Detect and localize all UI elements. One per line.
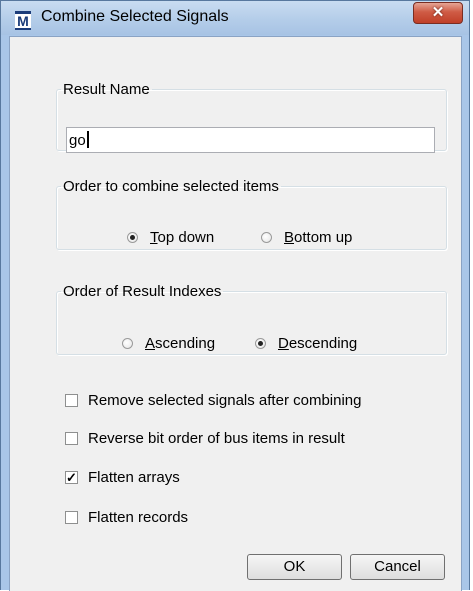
radio-ascending-label: Ascending [145, 335, 216, 352]
checkbox-remove-signals[interactable]: Remove selected signals after combining [65, 392, 361, 409]
checkbox-flatten-records-box[interactable] [65, 511, 78, 524]
checkbox-reverse-bit-order[interactable]: Reverse bit order of bus items in result [65, 430, 345, 447]
ok-button[interactable]: OK [247, 554, 342, 580]
result-name-value: go [69, 132, 86, 149]
checkbox-flatten-arrays[interactable]: ✓ Flatten arrays [65, 469, 180, 486]
text-caret [86, 131, 89, 148]
checkbox-reverse-bit-order-label: Reverse bit order of bus items in result [88, 430, 345, 447]
checkbox-reverse-bit-order-box[interactable] [65, 432, 78, 445]
checkbox-flatten-records[interactable]: Flatten records [65, 509, 188, 526]
checkbox-flatten-arrays-label: Flatten arrays [88, 469, 180, 486]
radio-top-down-indicator[interactable] [127, 232, 138, 243]
checkbox-remove-signals-label: Remove selected signals after combining [88, 392, 362, 409]
radio-bottom-up[interactable]: Bottom up [261, 229, 352, 246]
order-combine-group: Order to combine selected items Top down… [56, 178, 447, 250]
radio-bottom-up-label: Bottom up [284, 229, 353, 246]
result-name-input[interactable]: go [66, 127, 435, 153]
dialog-window: M Combine Selected Signals ✕ Result Name… [0, 0, 470, 591]
checkmark-icon: ✓ [66, 470, 77, 485]
order-combine-legend: Order to combine selected items [63, 178, 279, 195]
order-indexes-group: Order of Result Indexes Ascending Descen… [56, 283, 447, 355]
checkbox-flatten-records-label: Flatten records [88, 509, 189, 526]
radio-descending[interactable]: Descending [255, 335, 357, 352]
close-button[interactable]: ✕ [413, 2, 463, 24]
radio-ascending-indicator[interactable] [122, 338, 133, 349]
close-icon: ✕ [431, 4, 445, 21]
dialog-content: Result Name go Order to combine selected… [9, 36, 462, 591]
radio-bottom-up-indicator[interactable] [261, 232, 272, 243]
radio-descending-label: Descending [278, 335, 358, 352]
cancel-button[interactable]: Cancel [350, 554, 445, 580]
checkbox-remove-signals-box[interactable] [65, 394, 78, 407]
window-title: Combine Selected Signals [41, 8, 229, 25]
result-name-legend: Result Name [63, 81, 150, 98]
result-name-group: Result Name go [56, 81, 447, 153]
radio-top-down-label: Top down [150, 229, 215, 246]
app-logo-icon: M [15, 11, 31, 30]
radio-descending-indicator[interactable] [255, 338, 266, 349]
order-indexes-legend: Order of Result Indexes [63, 283, 222, 300]
radio-ascending[interactable]: Ascending [122, 335, 215, 352]
app-logo-letter: M [15, 14, 31, 28]
checkbox-flatten-arrays-box[interactable]: ✓ [65, 471, 78, 484]
radio-top-down[interactable]: Top down [127, 229, 214, 246]
title-bar[interactable]: M Combine Selected Signals ✕ [1, 1, 469, 35]
